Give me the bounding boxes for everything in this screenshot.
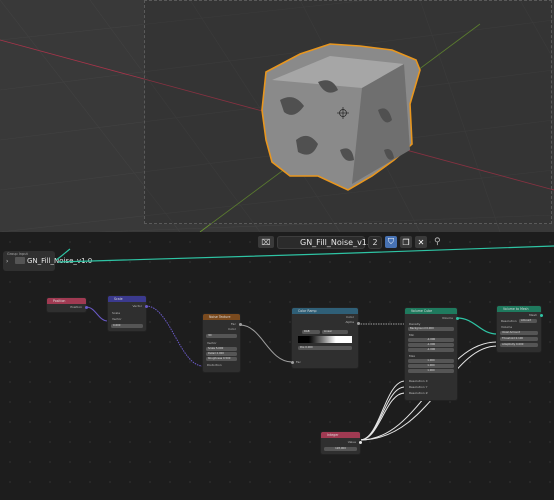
link-integer-resx [359, 380, 406, 441]
voxel-amount-field[interactable]: Voxel Amount [500, 331, 538, 335]
max-y-field[interactable]: 1.000 [408, 364, 454, 368]
noise-scale-field[interactable]: Scale 5.000 [206, 347, 237, 351]
max-x-field[interactable]: 1.000 [408, 359, 454, 363]
output-socket[interactable] [356, 322, 360, 325]
color-ramp-gradient[interactable] [298, 336, 352, 343]
scale-value-field[interactable]: 0.600 [111, 324, 143, 328]
output-socket[interactable] [238, 323, 242, 326]
dimension-dropdown[interactable]: 3D [206, 334, 237, 338]
link-position-scale [85, 306, 109, 322]
color-ramp-node[interactable]: Color Ramp Color Alpha RGB Linear Pos 0.… [290, 308, 360, 368]
noise-roughness-field[interactable]: Roughness 0.500 [206, 357, 237, 361]
noise-detail-field[interactable]: Detail 2.000 [206, 352, 237, 356]
integer-value-field[interactable]: 128,000 [324, 447, 357, 451]
min-y-field[interactable]: -1.000 [408, 343, 454, 347]
max-z-field[interactable]: 1.000 [408, 369, 454, 373]
ramp-pos-field[interactable]: Pos 0.000 [298, 346, 352, 350]
link-group-short [55, 248, 71, 261]
node-links [55, 245, 554, 441]
link-scale-noise [145, 305, 204, 367]
link-noise-ramp [239, 324, 293, 363]
position-node[interactable]: Position Position [47, 298, 88, 312]
min-x-field[interactable]: -1.000 [408, 338, 454, 342]
noise-texture-node[interactable]: Noise Texture Fac Color 3D Vector Scale … [203, 314, 242, 372]
volume-to-mesh-node[interactable]: Volume to Mesh Mesh Resolution Amount Vo… [497, 306, 543, 352]
background-field[interactable]: Background 0.000 [408, 327, 454, 331]
ramp-mode-dropdown[interactable]: RGB [302, 330, 320, 334]
output-socket[interactable] [144, 305, 148, 308]
output-socket[interactable] [539, 314, 543, 317]
input-socket[interactable] [290, 361, 294, 364]
volume-cube-node[interactable]: Volume Cube Volume Density Background 0.… [405, 308, 459, 400]
integer-node[interactable]: Integer Value 128,000 [321, 432, 362, 454]
scale-node[interactable]: Scale Vector Scale Vector 0.600 [108, 296, 148, 331]
output-socket[interactable] [84, 306, 88, 309]
resolution-mode-dropdown[interactable]: Amount [519, 319, 537, 323]
link-group-output [57, 245, 554, 263]
ramp-interp-dropdown[interactable]: Linear [322, 330, 348, 334]
link-volcube-v2m [456, 317, 498, 335]
min-z-field[interactable]: -1.000 [408, 348, 454, 352]
link-integer-resz [359, 392, 406, 441]
threshold-field[interactable]: Threshold 0.100 [500, 337, 538, 341]
output-socket[interactable] [358, 441, 362, 444]
adaptivity-field[interactable]: Adaptivity 0.000 [500, 343, 538, 347]
output-socket[interactable] [455, 317, 459, 320]
